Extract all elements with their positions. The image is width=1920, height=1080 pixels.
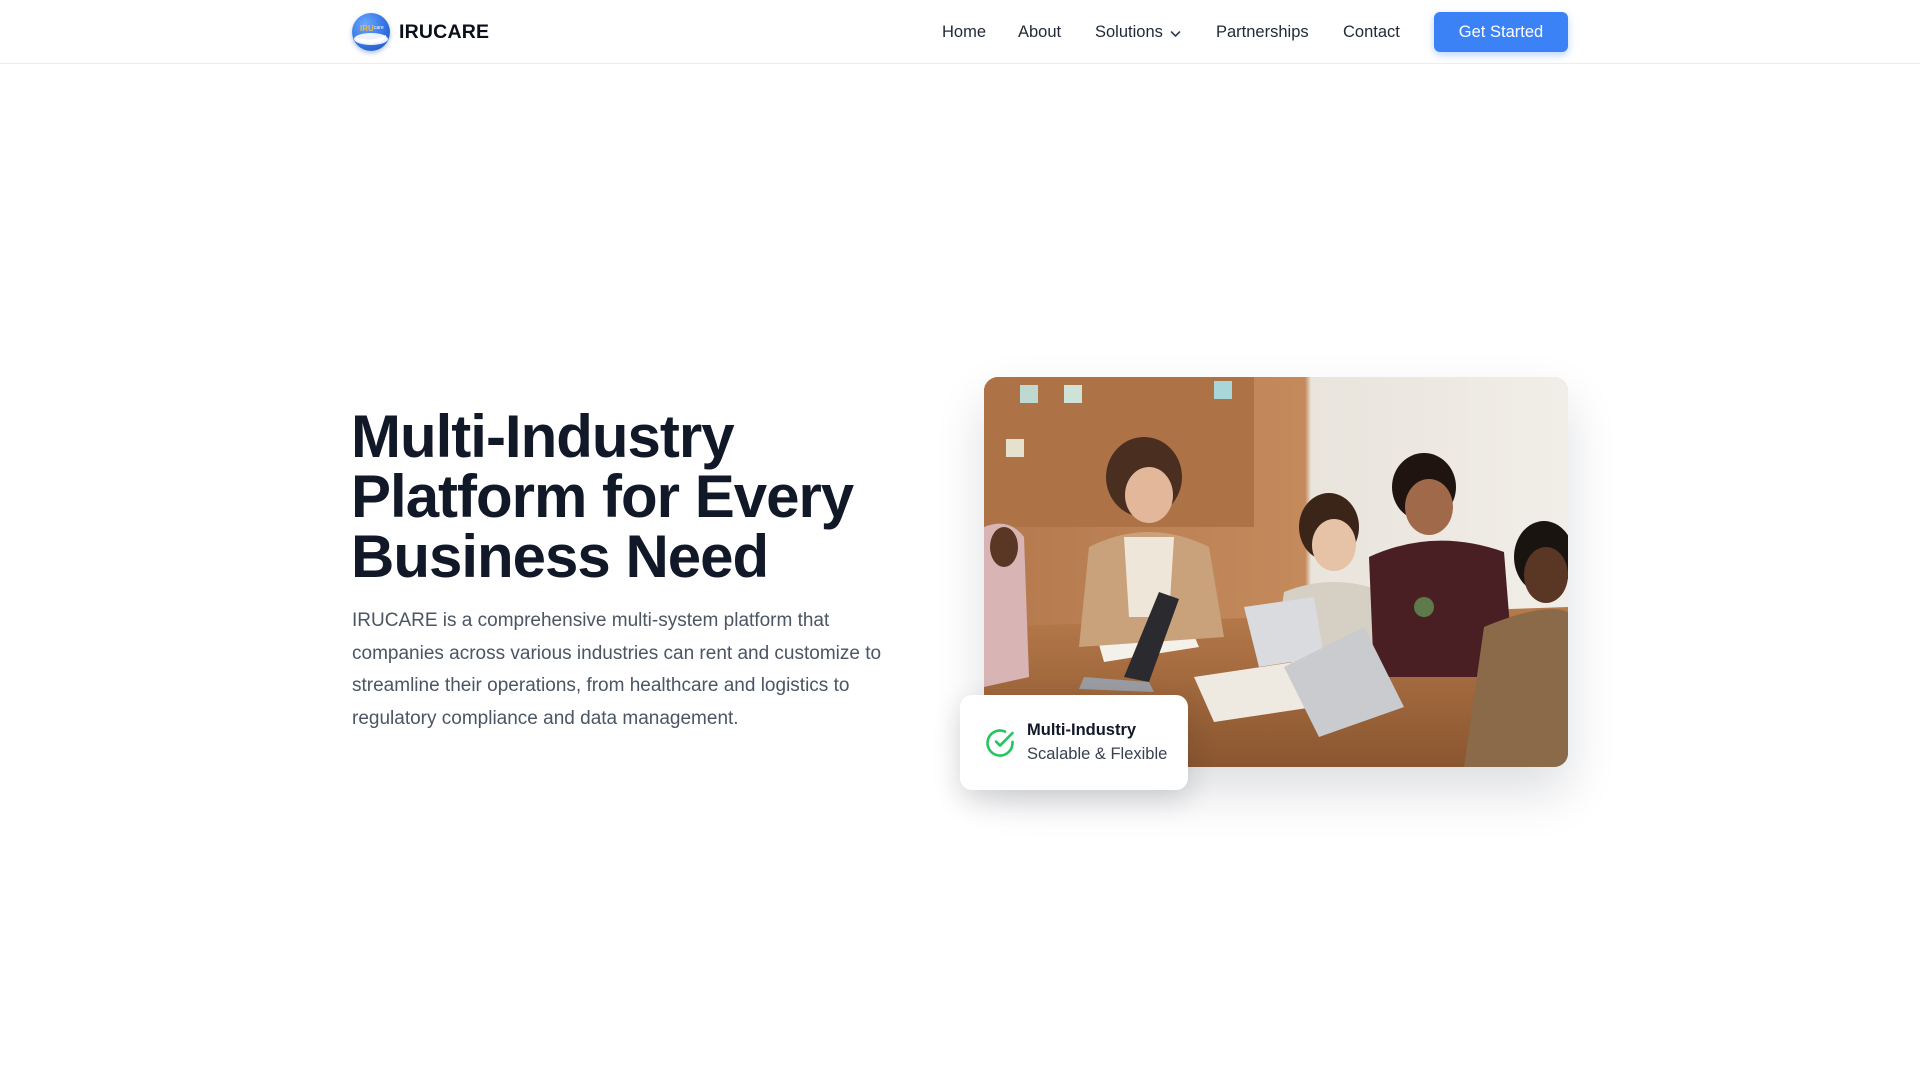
get-started-button[interactable]: Get Started: [1434, 12, 1568, 52]
hero-title: Multi-Industry Platform for Every Busine…: [351, 403, 854, 590]
nav-solutions-label: Solutions: [1095, 23, 1163, 41]
site-header: IRU care IRUCARE Home About Solutions Pa…: [0, 0, 1920, 64]
brand-name: IRUCARE: [399, 20, 490, 43]
badge-title: Multi-Industry: [1027, 721, 1137, 739]
nav-home[interactable]: Home: [942, 20, 986, 44]
nav-contact[interactable]: Contact: [1343, 20, 1400, 44]
check-circle-icon: [984, 727, 1016, 759]
badge-subtitle: Scalable & Flexible: [1027, 745, 1168, 763]
nav-partnerships[interactable]: Partnerships: [1216, 20, 1309, 44]
svg-text:care: care: [374, 25, 384, 31]
nav-solutions[interactable]: Solutions: [1095, 20, 1181, 45]
globe-logo-icon: IRU care: [352, 13, 390, 51]
chevron-down-icon: [1170, 21, 1181, 45]
nav-about[interactable]: About: [1018, 20, 1061, 44]
brand[interactable]: IRU care IRUCARE: [352, 13, 489, 51]
svg-text:IRU: IRU: [360, 24, 374, 33]
hero-description: IRUCARE is a comprehensive multi-system …: [352, 610, 882, 729]
feature-badge-card: Multi-Industry Scalable & Flexible: [960, 695, 1188, 790]
